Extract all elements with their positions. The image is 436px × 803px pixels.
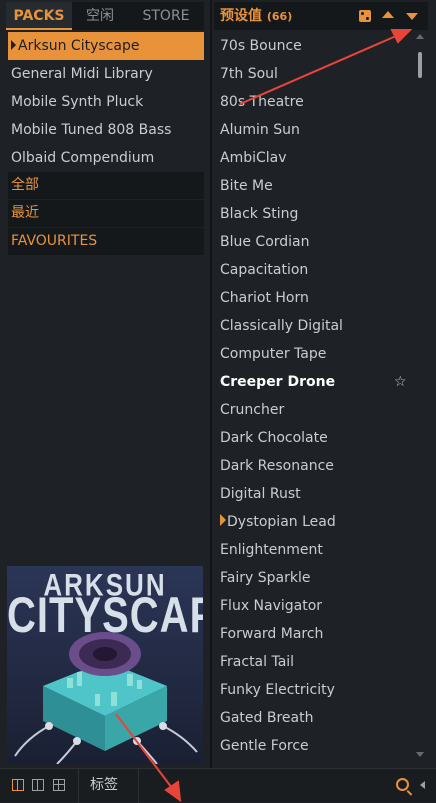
preset-label: Capacitation xyxy=(220,262,309,278)
preset-label: Digital Rust xyxy=(220,486,301,502)
pack-item-mobile-synth-pluck[interactable]: Mobile Synth Pluck xyxy=(8,88,204,116)
preset-label: Funky Electricity xyxy=(220,682,335,698)
bottom-separator xyxy=(138,769,139,803)
preset-item[interactable]: 70s Bounce xyxy=(218,32,418,60)
layout-two-column-icon[interactable] xyxy=(12,779,24,791)
preset-label: 70s Bounce xyxy=(220,38,302,54)
preset-label: 80s Theatre xyxy=(220,94,304,110)
artwork-title-line2: CITYSCAPE xyxy=(7,588,203,644)
search-icon[interactable] xyxy=(396,778,409,791)
preset-label: Dark Chocolate xyxy=(220,430,328,446)
preset-label: Classically Digital xyxy=(220,318,343,334)
pack-item-mobile-tuned-808-bass[interactable]: Mobile Tuned 808 Bass xyxy=(8,116,204,144)
preset-label: Gated Breath xyxy=(220,710,314,726)
preset-label: Fractal Tail xyxy=(220,654,295,670)
preset-item-highlighted[interactable]: Creeper Drone ☆ xyxy=(218,368,418,396)
preset-item[interactable]: Gated Breath xyxy=(218,704,418,732)
browser-tabs: PACKS 空闲 STORE xyxy=(6,2,204,30)
preset-label: Flux Navigator xyxy=(220,598,323,614)
pack-artwork: ARKSUN CITYSCAPE xyxy=(7,566,203,764)
preset-item[interactable]: Funky Electricity xyxy=(218,676,418,704)
filter-list: 全部 最近 FAVOURITES xyxy=(8,172,204,256)
preset-list: 70s Bounce 7th Soul 80s Theatre Alumin S… xyxy=(218,32,418,760)
next-preset-icon[interactable] xyxy=(406,13,418,20)
preset-label: Dark Resonance xyxy=(220,458,334,474)
preset-item[interactable]: Gentle Force xyxy=(218,732,418,760)
preset-item[interactable]: Fairy Sparkle xyxy=(218,564,418,592)
preset-item[interactable]: Dark Resonance xyxy=(218,452,418,480)
preset-header-label: 预设值 xyxy=(220,8,262,24)
collapse-left-icon[interactable] xyxy=(420,781,425,789)
left-panel: PACKS 空闲 STORE Arksun Cityscape General … xyxy=(0,0,210,768)
scroll-up-icon[interactable] xyxy=(416,34,424,39)
preset-item[interactable]: Flux Navigator xyxy=(218,592,418,620)
preset-label: Dystopian Lead xyxy=(227,514,336,530)
tab-packs[interactable]: PACKS xyxy=(6,2,72,30)
preset-item[interactable]: Blue Cordian xyxy=(218,228,418,256)
pack-label: Mobile Synth Pluck xyxy=(11,94,144,110)
preset-item[interactable]: Digital Rust xyxy=(218,480,418,508)
pack-label: Mobile Tuned 808 Bass xyxy=(11,122,172,138)
selected-triangle-icon xyxy=(11,40,16,50)
preset-item[interactable]: AmbiClav xyxy=(218,144,418,172)
preset-item[interactable]: Dark Chocolate xyxy=(218,424,418,452)
filter-favourites[interactable]: FAVOURITES xyxy=(8,228,204,255)
dice-icon[interactable] xyxy=(359,10,371,22)
preset-count: (66) xyxy=(266,10,293,23)
preset-label: Enlightenment xyxy=(220,542,323,558)
preset-item[interactable]: Enlightenment xyxy=(218,536,418,564)
preset-item[interactable]: Alumin Sun xyxy=(218,116,418,144)
preset-header: 预设值 (66) xyxy=(214,2,428,30)
preset-item[interactable]: Computer Tape xyxy=(218,340,418,368)
layout-split-icon[interactable] xyxy=(32,779,44,791)
tab-store[interactable]: STORE xyxy=(128,2,204,30)
preset-item[interactable]: Fractal Tail xyxy=(218,648,418,676)
filter-all[interactable]: 全部 xyxy=(8,172,204,199)
pack-label: Arksun Cityscape xyxy=(18,38,140,54)
preset-label: Black Sting xyxy=(220,206,299,222)
bottom-bar: 标签 xyxy=(0,768,436,803)
preset-label: Chariot Horn xyxy=(220,290,309,306)
pack-item-olbaid-compendium[interactable]: Olbaid Compendium xyxy=(8,144,204,172)
preset-item[interactable]: Chariot Horn xyxy=(218,284,418,312)
preset-item[interactable]: Black Sting xyxy=(218,200,418,228)
play-triangle-icon xyxy=(220,514,226,526)
preset-scrollbar-thumb[interactable] xyxy=(418,52,422,78)
preset-item[interactable]: Forward March xyxy=(218,620,418,648)
preset-label: Creeper Drone xyxy=(220,374,336,390)
pack-label: Olbaid Compendium xyxy=(11,150,155,166)
preset-item-playing[interactable]: Dystopian Lead xyxy=(218,508,418,536)
preset-label: 7th Soul xyxy=(220,66,278,82)
preset-label: Forward March xyxy=(220,626,324,642)
favourite-star-icon[interactable]: ☆ xyxy=(394,368,407,396)
pack-item-general-midi-library[interactable]: General Midi Library xyxy=(8,60,204,88)
layout-grid-icon[interactable] xyxy=(53,779,65,791)
preset-label: Computer Tape xyxy=(220,346,327,362)
preset-item[interactable]: 80s Theatre xyxy=(218,88,418,116)
preset-label: Cruncher xyxy=(220,402,285,418)
pack-label: General Midi Library xyxy=(11,66,153,82)
preset-label: Alumin Sun xyxy=(220,122,300,138)
pack-item-arksun-cityscape[interactable]: Arksun Cityscape xyxy=(8,32,204,60)
preset-label: Blue Cordian xyxy=(220,234,310,250)
previous-preset-icon[interactable] xyxy=(382,11,394,18)
preset-label: Bite Me xyxy=(220,178,273,194)
tags-button[interactable]: 标签 xyxy=(90,769,118,802)
preset-item[interactable]: 7th Soul xyxy=(218,60,418,88)
preset-item[interactable]: Classically Digital xyxy=(218,312,418,340)
bottom-separator xyxy=(78,769,79,803)
preset-label: AmbiClav xyxy=(220,150,287,166)
tab-idle[interactable]: 空闲 xyxy=(72,2,128,30)
scroll-down-icon[interactable] xyxy=(416,752,424,757)
preset-item[interactable]: Bite Me xyxy=(218,172,418,200)
pack-list: Arksun Cityscape General Midi Library Mo… xyxy=(8,32,204,172)
preset-item[interactable]: Capacitation xyxy=(218,256,418,284)
preset-label: Gentle Force xyxy=(220,738,309,754)
filter-recent[interactable]: 最近 xyxy=(8,200,204,227)
preset-panel: 预设值 (66) 70s Bounce 7th Soul 80s Theatre… xyxy=(212,0,436,768)
preset-item[interactable]: Cruncher xyxy=(218,396,418,424)
preset-label: Fairy Sparkle xyxy=(220,570,311,586)
preset-header-title: 预设值 (66) xyxy=(220,2,292,31)
